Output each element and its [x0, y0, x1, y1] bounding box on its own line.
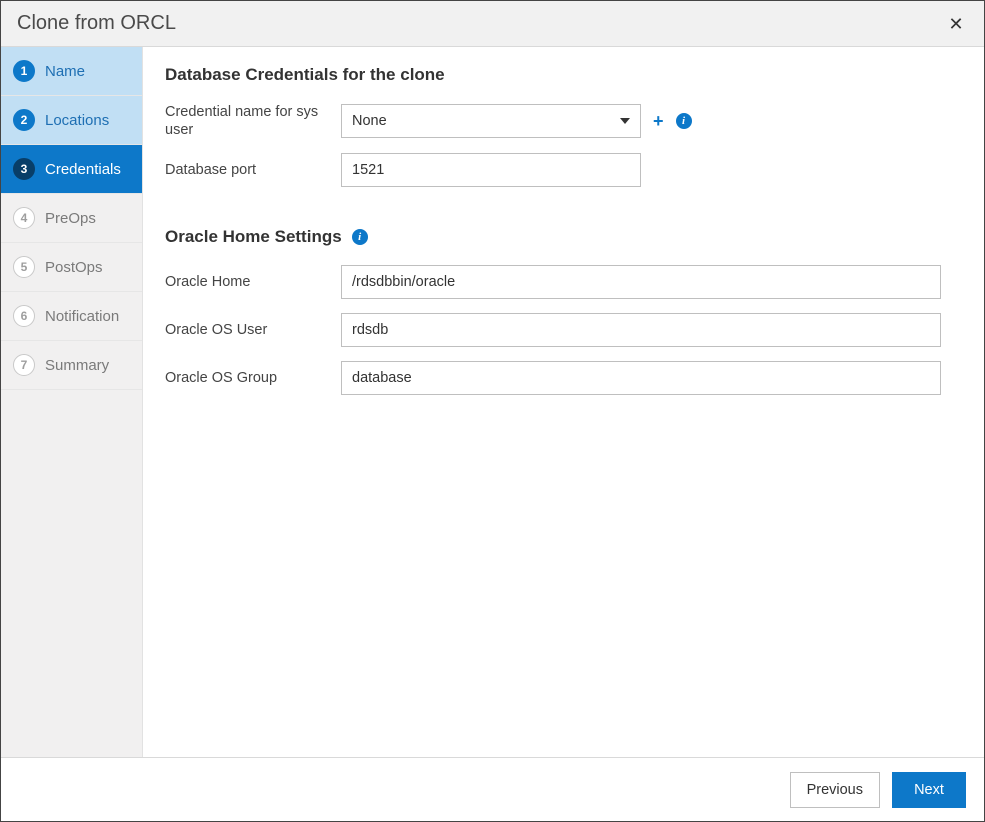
db-port-input[interactable] [341, 153, 641, 187]
row-oracle-os-group: Oracle OS Group [165, 361, 958, 395]
oracle-home-input[interactable] [341, 265, 941, 299]
sys-credential-label: Credential name for sys user [165, 103, 341, 139]
next-button[interactable]: Next [892, 772, 966, 808]
oracle-home-label: Oracle Home [165, 273, 341, 291]
close-button[interactable]: ✕ [944, 12, 968, 36]
step-label: PostOps [45, 259, 103, 276]
wizard-footer: Previous Next [1, 757, 984, 821]
step-postops[interactable]: 5 PostOps [1, 243, 142, 292]
clone-wizard-modal: Clone from ORCL ✕ 1 Name 2 Locations 3 C… [0, 0, 985, 822]
step-preops[interactable]: 4 PreOps [1, 194, 142, 243]
sys-credential-select[interactable]: None [341, 104, 641, 138]
plus-icon: + [653, 112, 664, 130]
step-label: Summary [45, 357, 109, 374]
step-label: Notification [45, 308, 119, 325]
step-label: Locations [45, 112, 109, 129]
step-number: 5 [13, 256, 35, 278]
previous-button[interactable]: Previous [790, 772, 880, 808]
wizard-steps-sidebar: 1 Name 2 Locations 3 Credentials 4 PreOp… [1, 47, 143, 757]
titlebar: Clone from ORCL ✕ [1, 1, 984, 47]
step-name[interactable]: 1 Name [1, 47, 142, 96]
info-icon[interactable]: i [352, 229, 368, 245]
step-notification[interactable]: 6 Notification [1, 292, 142, 341]
row-oracle-os-user: Oracle OS User [165, 313, 958, 347]
step-number: 3 [13, 158, 35, 180]
step-label: Credentials [45, 161, 121, 178]
step-credentials[interactable]: 3 Credentials [1, 145, 142, 194]
oracle-os-user-input[interactable] [341, 313, 941, 347]
step-number: 1 [13, 60, 35, 82]
row-oracle-home: Oracle Home [165, 265, 958, 299]
info-icon[interactable]: i [676, 113, 692, 129]
step-number: 2 [13, 109, 35, 131]
add-credential-button[interactable]: + [653, 112, 664, 130]
modal-body: 1 Name 2 Locations 3 Credentials 4 PreOp… [1, 47, 984, 757]
step-number: 7 [13, 354, 35, 376]
oracle-os-user-label: Oracle OS User [165, 321, 341, 339]
close-icon: ✕ [948, 14, 963, 34]
step-locations[interactable]: 2 Locations [1, 96, 142, 145]
step-label: PreOps [45, 210, 96, 227]
oracle-settings-heading: Oracle Home Settings i [165, 227, 958, 247]
step-summary[interactable]: 7 Summary [1, 341, 142, 390]
credentials-heading: Database Credentials for the clone [165, 65, 958, 85]
row-db-port: Database port [165, 153, 958, 187]
oracle-os-group-input[interactable] [341, 361, 941, 395]
db-port-label: Database port [165, 161, 341, 179]
chevron-down-icon [620, 118, 630, 124]
oracle-os-group-label: Oracle OS Group [165, 369, 341, 387]
step-number: 6 [13, 305, 35, 327]
row-sys-credential: Credential name for sys user None + i [165, 103, 958, 139]
sys-credential-value: None [352, 113, 387, 129]
step-label: Name [45, 63, 85, 80]
oracle-heading-text: Oracle Home Settings [165, 227, 342, 247]
modal-title: Clone from ORCL [17, 12, 176, 35]
wizard-content: Database Credentials for the clone Crede… [143, 47, 984, 757]
step-number: 4 [13, 207, 35, 229]
